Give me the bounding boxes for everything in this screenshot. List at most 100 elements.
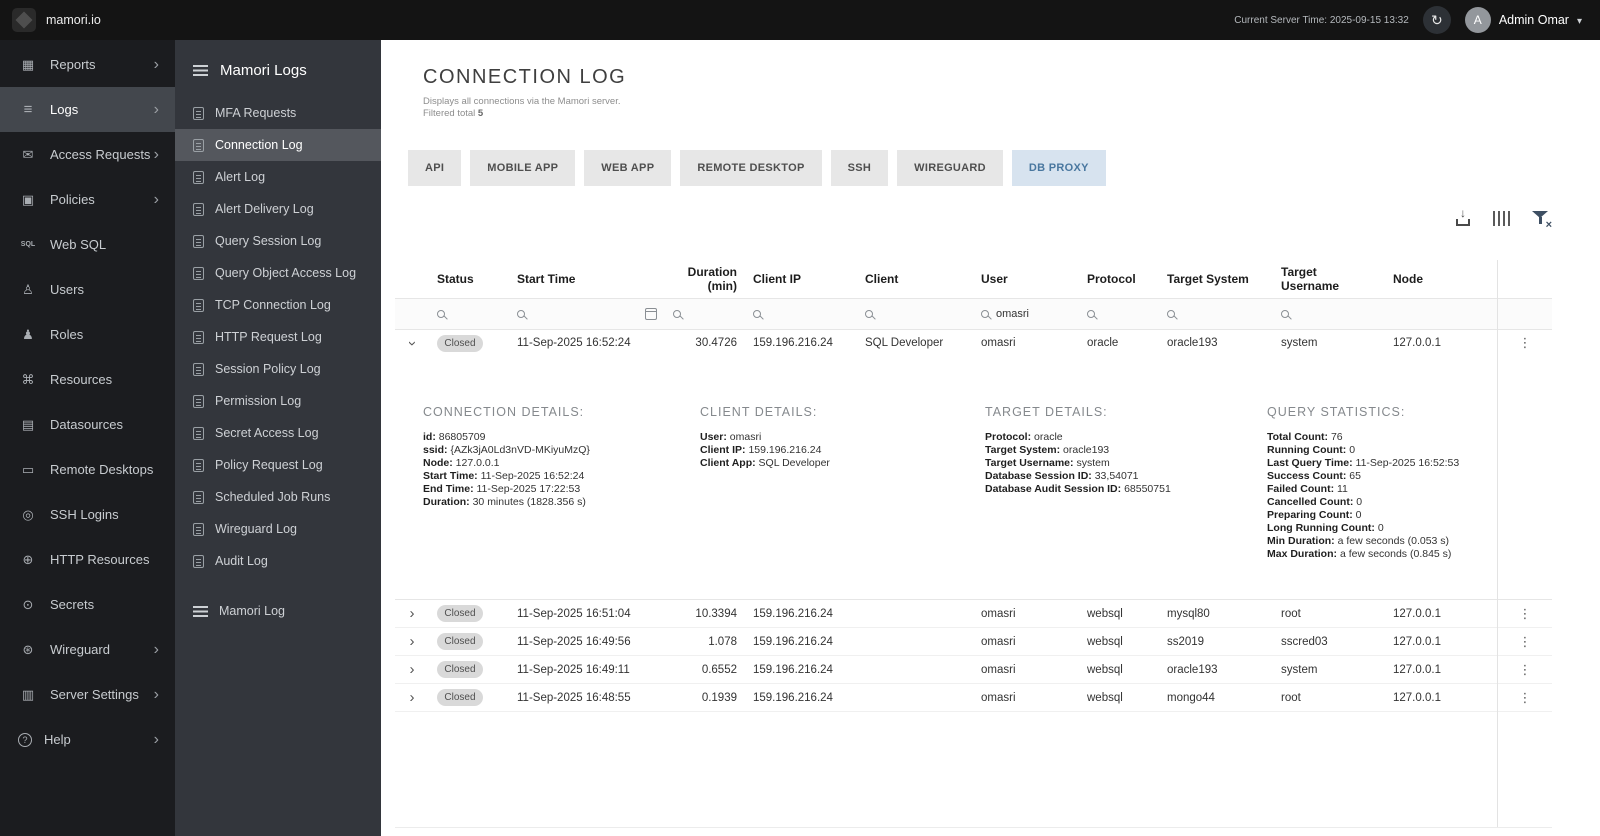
sidebar-item[interactable]: Logs (0, 87, 175, 132)
sidebar-item[interactable]: Access Requests (0, 132, 175, 177)
sidebar-item[interactable]: HTTP Resources (0, 537, 175, 582)
tab[interactable]: API (408, 150, 462, 186)
sidebar-item[interactable]: Reports (0, 42, 175, 87)
subsidebar-item-label: Query Session Log (215, 234, 322, 248)
cell-start-time: 11-Sep-2025 16:51:04 (509, 599, 665, 628)
tab[interactable]: MOBILE APP (470, 150, 576, 186)
column-header-status[interactable]: Status (429, 260, 509, 299)
tab[interactable]: SSH (830, 150, 889, 186)
sidebar-item-label: SSH Logins (50, 507, 119, 522)
table-filter-row (395, 298, 1552, 330)
row-menu-icon[interactable] (1519, 634, 1532, 649)
sidebar-item[interactable]: Datasources (0, 402, 175, 447)
column-header-client-ip[interactable]: Client IP (745, 260, 857, 299)
table-toolbar (395, 204, 1552, 232)
user-filter-input[interactable] (996, 307, 1071, 320)
start-time-filter-input[interactable] (532, 307, 638, 320)
protocol-filter-input[interactable] (1102, 307, 1151, 320)
cell-user: omasri (981, 337, 1016, 350)
column-header-node[interactable]: Node (1385, 260, 1498, 299)
tab[interactable]: WEB APP (584, 150, 672, 186)
table-row[interactable]: Closed 11-Sep-2025 16:48:55 0.1939 159.1… (395, 683, 1552, 712)
duration-filter-input[interactable] (688, 307, 737, 320)
sidebar-item-label: Access Requests (50, 147, 151, 162)
client-ip-filter-input[interactable] (768, 307, 849, 320)
subsidebar-item[interactable]: Audit Log (175, 545, 381, 577)
sidebar-item-label: Remote Desktops (50, 462, 154, 477)
subsidebar-item[interactable]: Session Policy Log (175, 353, 381, 385)
user-menu[interactable]: A Admin Omar (1464, 7, 1582, 33)
column-header-duration[interactable]: Duration (min) (665, 260, 745, 299)
table-row[interactable]: Closed 11-Sep-2025 16:51:04 10.3394 159.… (395, 599, 1552, 628)
subsidebar-item[interactable]: Wireguard Log (175, 513, 381, 545)
collapse-row-icon[interactable] (405, 341, 420, 346)
connection-type-tabs: API MOBILE APP WEB APP REMOTE DESKTOP SS… (408, 150, 1552, 186)
subsidebar-item[interactable]: Secret Access Log (175, 417, 381, 449)
sidebar-item[interactable]: Policies (0, 177, 175, 222)
row-menu-icon[interactable] (1519, 690, 1532, 705)
subsidebar-item[interactable]: Query Object Access Log (175, 257, 381, 289)
expand-row-icon[interactable] (410, 634, 415, 649)
connection-details-section: CONNECTION DETAILS: id: 86805709 ssid: {… (423, 405, 700, 561)
column-header-start-time[interactable]: Start Time (509, 260, 665, 299)
download-button[interactable] (1453, 208, 1473, 228)
refresh-icon (1431, 12, 1443, 29)
subsidebar-item[interactable]: Alert Log (175, 161, 381, 193)
columns-button[interactable] (1491, 209, 1512, 228)
subsidebar-item[interactable]: Alert Delivery Log (175, 193, 381, 225)
row-menu-icon[interactable] (1519, 606, 1532, 621)
row-menu-icon[interactable] (1519, 662, 1532, 677)
subsidebar-item-label: MFA Requests (215, 106, 297, 120)
subsidebar-item-mamori-log[interactable]: Mamori Log (175, 595, 381, 627)
roles-icon (18, 327, 38, 343)
refresh-button[interactable] (1422, 6, 1451, 34)
cell-status: Closed (429, 683, 509, 712)
sidebar-item[interactable]: Secrets (0, 582, 175, 627)
subsidebar-item[interactable]: HTTP Request Log (175, 321, 381, 353)
cell-protocol: oracle (1087, 337, 1119, 350)
sidebar-item[interactable]: Wireguard (0, 627, 175, 672)
row-menu-icon[interactable] (1519, 335, 1532, 350)
sidebar-item[interactable]: Help (0, 717, 175, 762)
subsidebar-item[interactable]: Scheduled Job Runs (175, 481, 381, 513)
expand-row-icon[interactable] (410, 690, 415, 705)
calendar-icon[interactable] (645, 307, 657, 320)
clear-filter-button[interactable] (1530, 208, 1552, 231)
subsidebar-item[interactable]: Query Session Log (175, 225, 381, 257)
sidebar-item[interactable]: Web SQL (0, 222, 175, 267)
expand-row-icon[interactable] (410, 606, 415, 621)
subsidebar-item[interactable]: TCP Connection Log (175, 289, 381, 321)
column-header-target-username[interactable]: Target Username (1273, 260, 1385, 299)
sidebar-item[interactable]: Users (0, 267, 175, 312)
column-header-client[interactable]: Client (857, 260, 973, 299)
status-filter-input[interactable] (452, 307, 501, 320)
table-row[interactable]: Closed 11-Sep-2025 16:49:56 1.078 159.19… (395, 627, 1552, 656)
subsidebar-item[interactable]: MFA Requests (175, 97, 381, 129)
sidebar-item[interactable]: Resources (0, 357, 175, 402)
tab[interactable]: WIREGUARD (897, 150, 1003, 186)
column-header-user[interactable]: User (973, 260, 1079, 299)
table-row[interactable]: Closed 11-Sep-2025 16:49:11 0.6552 159.1… (395, 655, 1552, 684)
filtered-total-label: Filtered total (423, 108, 476, 119)
subsidebar-item-label: Audit Log (215, 554, 268, 568)
subsidebar-item[interactable]: Connection Log (175, 129, 381, 161)
sidebar-item[interactable]: Roles (0, 312, 175, 357)
sidebar-item[interactable]: SSH Logins (0, 492, 175, 537)
detail-value: oracle (1034, 431, 1063, 443)
column-header-protocol[interactable]: Protocol (1079, 260, 1159, 299)
tab[interactable]: REMOTE DESKTOP (680, 150, 822, 186)
target-username-filter-input[interactable] (1296, 307, 1377, 320)
client-filter-input[interactable] (880, 307, 965, 320)
detail-label: End Time: (423, 483, 474, 495)
target-system-filter-input[interactable] (1182, 307, 1265, 320)
tab[interactable]: DB PROXY (1011, 150, 1106, 186)
table-row[interactable]: Closed 11-Sep-2025 16:52:24 30.4726 159.… (395, 329, 1552, 357)
sidebar-item[interactable]: Remote Desktops (0, 447, 175, 492)
subsidebar-item[interactable]: Permission Log (175, 385, 381, 417)
connection-log-table-wrap: Status Start Time Duration (min) Client … (395, 260, 1552, 828)
app-logo[interactable]: mamori.io (12, 8, 101, 32)
expand-row-icon[interactable] (410, 662, 415, 677)
sidebar-item[interactable]: Server Settings (0, 672, 175, 717)
column-header-target-system[interactable]: Target System (1159, 260, 1273, 299)
subsidebar-item[interactable]: Policy Request Log (175, 449, 381, 481)
